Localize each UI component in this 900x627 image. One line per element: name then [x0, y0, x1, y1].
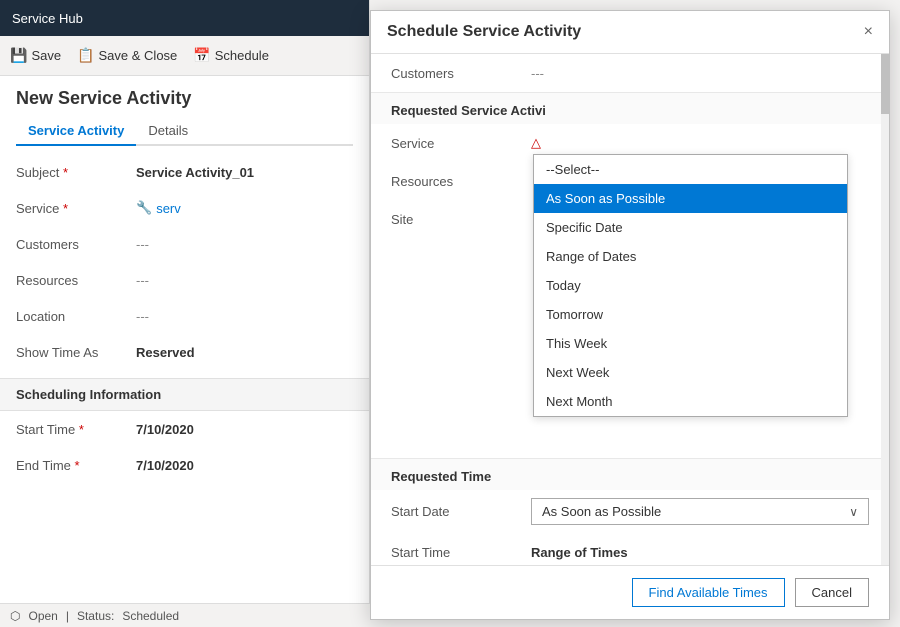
modal-service-label: Service — [391, 136, 531, 151]
dropdown-item-specific-date[interactable]: Specific Date — [534, 213, 847, 242]
show-time-as-label: Show Time As — [16, 345, 136, 360]
tab-details[interactable]: Details — [136, 117, 200, 146]
service-icon: 🔧 — [136, 200, 152, 216]
start-time-value: 7/10/2020 — [136, 422, 194, 437]
modal-resources-label: Resources — [391, 174, 531, 189]
app-toolbar: 💾 Save 📋 Save & Close 📅 Schedule — [0, 36, 369, 76]
modal-body: Customers --- Requested Service Activi S… — [371, 54, 889, 565]
status-label: Status: — [77, 609, 114, 623]
chevron-down-icon: ∨ — [849, 505, 858, 519]
dropdown-item-range-dates[interactable]: Range of Dates — [534, 242, 847, 271]
field-customers: Customers --- — [0, 226, 369, 262]
modal-footer: Find Available Times Cancel — [371, 565, 889, 619]
modal-site-label: Site — [391, 212, 531, 227]
field-service: Service 🔧 serv — [0, 190, 369, 226]
tab-service-activity[interactable]: Service Activity — [16, 117, 136, 146]
dropdown-item-select[interactable]: --Select-- — [534, 155, 847, 184]
field-end-time: End Time 7/10/2020 — [0, 447, 369, 483]
dropdown-item-today[interactable]: Today — [534, 271, 847, 300]
location-label: Location — [16, 309, 136, 324]
status-open: Open — [28, 609, 57, 623]
show-time-as-value: Reserved — [136, 345, 195, 360]
subject-label: Subject — [16, 165, 136, 180]
form-tabs: Service Activity Details — [16, 117, 353, 146]
field-location: Location --- — [0, 298, 369, 334]
dropdown-item-this-week[interactable]: This Week — [534, 329, 847, 358]
modal-customers-row: Customers --- — [371, 54, 889, 92]
time-section-label: Start Time — [391, 545, 531, 560]
start-time-section-row: Start Time Range of Times — [371, 533, 889, 565]
start-date-label: Start Date — [391, 504, 531, 519]
subject-value: Service Activity_01 — [136, 165, 254, 180]
status-bar: ⬡ Open | Status: Scheduled — [0, 603, 370, 627]
schedule-modal: Schedule Service Activity × Customers --… — [370, 10, 890, 620]
customers-label: Customers — [16, 237, 136, 252]
location-value: --- — [136, 309, 149, 324]
scheduling-section-header: Scheduling Information — [0, 378, 369, 411]
field-show-time-as: Show Time As Reserved — [0, 334, 369, 370]
field-resources: Resources --- — [0, 262, 369, 298]
dropdown-item-next-month[interactable]: Next Month — [534, 387, 847, 416]
requested-service-section: Requested Service Activi — [371, 92, 889, 124]
dropdown-item-tomorrow[interactable]: Tomorrow — [534, 300, 847, 329]
time-section-value: Range of Times — [531, 545, 628, 560]
find-available-times-button[interactable]: Find Available Times — [632, 578, 785, 607]
modal-scroll[interactable]: Customers --- Requested Service Activi S… — [371, 54, 889, 565]
form-heading: New Service Activity — [16, 88, 353, 109]
date-dropdown-menu: --Select-- As Soon as Possible Specific … — [533, 154, 848, 417]
form-body: Subject Service Activity_01 Service 🔧 se… — [0, 146, 369, 491]
modal-customers-value: --- — [531, 66, 544, 81]
customers-value: --- — [136, 237, 149, 252]
scrollbar-track[interactable] — [881, 54, 889, 565]
scrollbar-thumb[interactable] — [881, 54, 889, 114]
modal-customers-label: Customers — [391, 66, 531, 81]
app-title: Service Hub — [12, 11, 83, 26]
save-button[interactable]: 💾 Save — [10, 47, 61, 64]
schedule-button[interactable]: 📅 Schedule — [193, 47, 269, 64]
resources-label: Resources — [16, 273, 136, 288]
status-detail: Scheduled — [122, 609, 179, 623]
resources-value: --- — [136, 273, 149, 288]
service-value: 🔧 serv — [136, 200, 181, 216]
modal-close-button[interactable]: × — [864, 24, 873, 40]
status-separator: | — [66, 609, 69, 623]
save-icon: 💾 — [10, 47, 27, 64]
app-titlebar: Service Hub — [0, 0, 369, 36]
modal-title: Schedule Service Activity — [387, 23, 581, 41]
requested-time-section: Requested Time — [371, 458, 889, 490]
end-time-label: End Time — [16, 458, 136, 473]
schedule-icon: 📅 — [193, 47, 210, 64]
start-time-label: Start Time — [16, 422, 136, 437]
save-close-button[interactable]: 📋 Save & Close — [77, 47, 177, 64]
modal-header: Schedule Service Activity × — [371, 11, 889, 54]
end-time-value: 7/10/2020 — [136, 458, 194, 473]
field-start-time: Start Time 7/10/2020 — [0, 411, 369, 447]
save-close-icon: 📋 — [77, 47, 94, 64]
dropdown-item-next-week[interactable]: Next Week — [534, 358, 847, 387]
cancel-button[interactable]: Cancel — [795, 578, 869, 607]
background-app: Service Hub 💾 Save 📋 Save & Close 📅 Sche… — [0, 0, 370, 627]
form-header: New Service Activity Service Activity De… — [0, 76, 369, 146]
export-icon: ⬡ — [10, 609, 20, 623]
start-date-row: Start Date As Soon as Possible ∨ — [371, 490, 889, 533]
service-label: Service — [16, 201, 136, 216]
dropdown-item-asap[interactable]: As Soon as Possible — [534, 184, 847, 213]
field-subject: Subject Service Activity_01 — [0, 154, 369, 190]
service-required-icon: △ — [531, 135, 541, 151]
start-date-select[interactable]: As Soon as Possible ∨ — [531, 498, 869, 525]
